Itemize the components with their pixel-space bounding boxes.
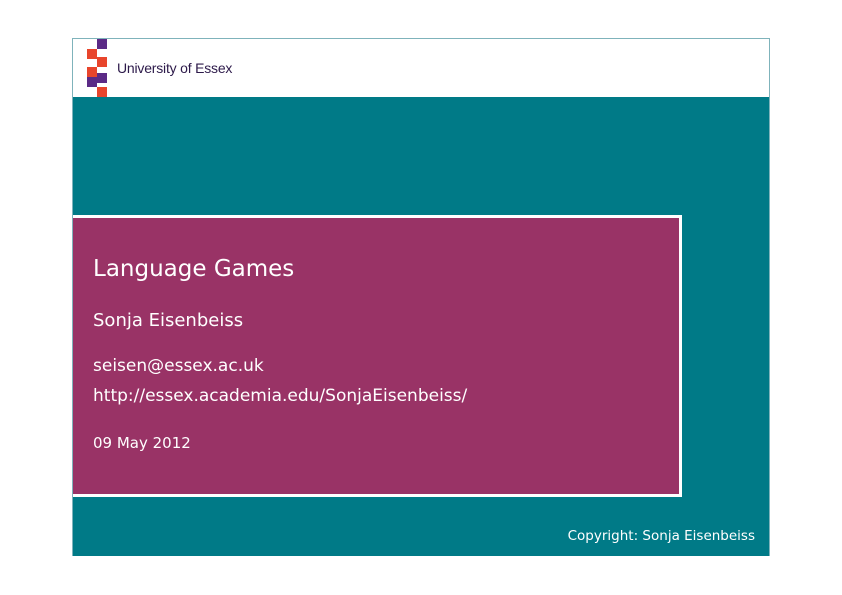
- university-logo: University of Essex: [83, 39, 263, 97]
- logo-text: University of Essex: [117, 60, 233, 76]
- author-email[interactable]: seisen@essex.ac.uk: [93, 356, 264, 376]
- page: University of Essex Language Games Sonja…: [0, 0, 842, 595]
- teal-background: Language Games Sonja Eisenbeiss seisen@e…: [73, 97, 769, 556]
- author-name: Sonja Eisenbeiss: [93, 310, 244, 331]
- slide-header: University of Essex: [73, 39, 769, 97]
- logo-squares-icon: [83, 39, 107, 97]
- author-url[interactable]: http://essex.academia.edu/SonjaEisenbeis…: [93, 386, 467, 406]
- slide: University of Essex Language Games Sonja…: [72, 38, 770, 556]
- slide-date: 09 May 2012: [93, 434, 191, 452]
- copyright-text: Copyright: Sonja Eisenbeiss: [567, 528, 755, 544]
- title-box: Language Games Sonja Eisenbeiss seisen@e…: [73, 215, 682, 497]
- slide-title: Language Games: [93, 256, 295, 282]
